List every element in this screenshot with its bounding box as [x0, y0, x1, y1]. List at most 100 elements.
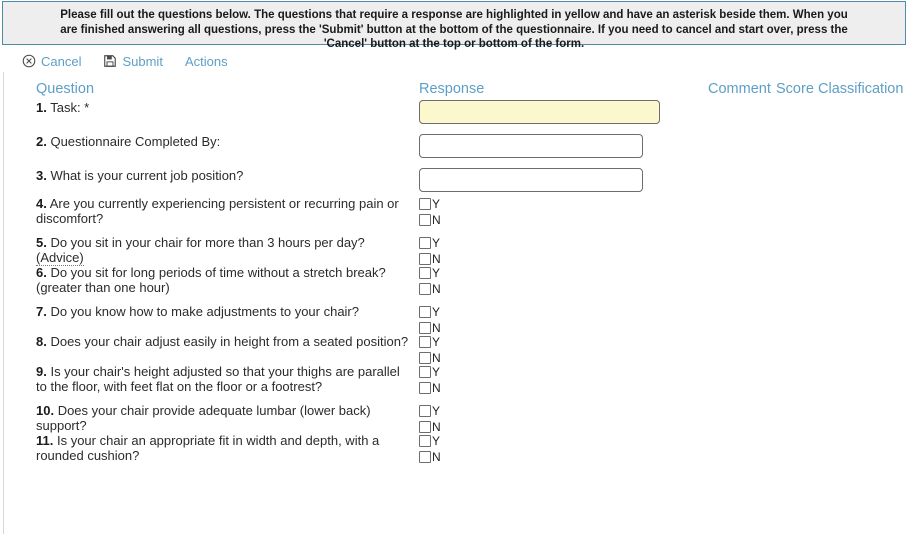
question-number: 7. [36, 304, 47, 319]
response-cell [419, 100, 660, 124]
submit-button[interactable]: Submit [103, 54, 163, 69]
no-label: N [432, 213, 441, 227]
no-label: N [432, 282, 441, 296]
response-cell: YN [419, 403, 479, 435]
yes-no-checkbox-group: YN [419, 364, 479, 396]
question-row: 8. Does your chair adjust easily in heig… [4, 334, 908, 364]
yes-no-option: Y [419, 304, 479, 320]
question-text-cell: 11. Is your chair an appropriate fit in … [4, 433, 419, 463]
response-cell: YN [419, 433, 479, 465]
yes-label: Y [432, 434, 441, 448]
question-row: 11. Is your chair an appropriate fit in … [4, 433, 908, 472]
no-label: N [432, 351, 441, 365]
response-cell: YN [419, 235, 479, 267]
question-label: What is your current job position? [46, 168, 244, 183]
question-label: Does your chair provide adequate lumbar … [36, 403, 371, 433]
question-text-cell: 1. Task: * [4, 100, 419, 115]
question-text-cell: 2. Questionnaire Completed By: [4, 134, 419, 149]
question-row: 6. Do you sit for long periods of time w… [4, 265, 908, 304]
yes-checkbox[interactable] [419, 435, 431, 447]
column-header-row: Question Response Comment Score Classifi… [4, 72, 908, 100]
yes-no-option: Y [419, 235, 479, 251]
question-text-cell: 9. Is your chair's height adjusted so th… [4, 364, 419, 394]
yes-label: Y [432, 305, 441, 319]
question-row: 9. Is your chair's height adjusted so th… [4, 364, 908, 403]
yes-label: Y [432, 365, 441, 379]
question-row: 10. Does your chair provide adequate lum… [4, 403, 908, 433]
yes-no-option: Y [419, 334, 479, 350]
yes-label: Y [432, 197, 441, 211]
question-row: 4. Are you currently experiencing persis… [4, 196, 908, 235]
column-header-comment: Comment [708, 81, 771, 97]
response-text-input[interactable] [419, 168, 643, 192]
yes-no-option: N [419, 281, 479, 297]
question-number: 6. [36, 265, 47, 280]
response-cell: YN [419, 304, 479, 336]
question-number: 10. [36, 403, 55, 418]
yes-checkbox[interactable] [419, 267, 431, 279]
no-label: N [432, 420, 441, 434]
question-number: 1. [36, 100, 47, 115]
yes-no-checkbox-group: YN [419, 196, 479, 228]
yes-checkbox[interactable] [419, 198, 431, 210]
yes-no-checkbox-group: YN [419, 304, 479, 336]
yes-no-checkbox-group: YN [419, 265, 479, 297]
response-cell [419, 168, 643, 192]
yes-no-option: Y [419, 265, 479, 281]
no-checkbox[interactable] [419, 382, 431, 394]
response-cell: YN [419, 196, 479, 228]
yes-checkbox[interactable] [419, 405, 431, 417]
yes-checkbox[interactable] [419, 306, 431, 318]
no-label: N [432, 450, 441, 464]
question-text-cell: 5. Do you sit in your chair for more tha… [4, 235, 419, 266]
actions-label: Actions [184, 53, 228, 69]
no-checkbox[interactable] [419, 421, 431, 433]
no-label: N [432, 321, 441, 335]
question-label: Questionnaire Completed By: [46, 134, 221, 149]
response-text-input-required[interactable] [419, 100, 660, 124]
question-rows: 1. Task: * 2. Questionnaire Completed By:… [4, 100, 908, 472]
question-text-cell: 7. Do you know how to make adjustments t… [4, 304, 419, 319]
no-checkbox[interactable] [419, 283, 431, 295]
cancel-button[interactable]: Cancel [22, 54, 81, 69]
response-cell: YN [419, 364, 479, 396]
yes-label: Y [432, 335, 441, 349]
questionnaire-form: Question Response Comment Score Classifi… [0, 72, 908, 534]
question-number: 2. [36, 134, 47, 149]
yes-label: Y [432, 404, 441, 418]
response-cell: YN [419, 334, 479, 366]
yes-no-option: N [419, 212, 479, 228]
advice-tooltip-link[interactable]: (Advice) [36, 250, 84, 266]
no-checkbox[interactable] [419, 253, 431, 265]
yes-label: Y [432, 266, 441, 280]
actions-menu-button[interactable]: Actions [185, 54, 228, 69]
question-number: 11. [36, 433, 54, 448]
yes-no-option: Y [419, 196, 479, 212]
no-label: N [432, 381, 441, 395]
yes-checkbox[interactable] [419, 336, 431, 348]
no-label: N [432, 252, 441, 266]
save-floppy-icon [103, 54, 117, 68]
question-row: 2. Questionnaire Completed By: [4, 134, 908, 168]
question-label: Is your chair's height adjusted so that … [36, 364, 400, 394]
question-row: 5. Do you sit in your chair for more tha… [4, 235, 908, 267]
yes-checkbox[interactable] [419, 366, 431, 378]
question-text-cell: 8. Does your chair adjust easily in heig… [4, 334, 419, 349]
question-label: Do you know how to make adjustments to y… [46, 304, 359, 319]
question-label: Task: * [46, 100, 90, 115]
yes-label: Y [432, 236, 441, 250]
question-row: 3. What is your current job position? [4, 168, 908, 196]
no-checkbox[interactable] [419, 451, 431, 463]
yes-checkbox[interactable] [419, 237, 431, 249]
question-label: Does your chair adjust easily in height … [46, 334, 409, 349]
column-header-question: Question [36, 81, 95, 97]
yes-no-checkbox-group: YN [419, 433, 479, 465]
no-checkbox[interactable] [419, 214, 431, 226]
no-checkbox[interactable] [419, 322, 431, 334]
question-label: Is your chair an appropriate fit in widt… [36, 433, 380, 463]
response-cell: YN [419, 265, 479, 297]
question-text-cell: 3. What is your current job position? [4, 168, 419, 183]
no-checkbox[interactable] [419, 352, 431, 364]
question-text-cell: 6. Do you sit for long periods of time w… [4, 265, 419, 295]
response-text-input[interactable] [419, 134, 643, 158]
